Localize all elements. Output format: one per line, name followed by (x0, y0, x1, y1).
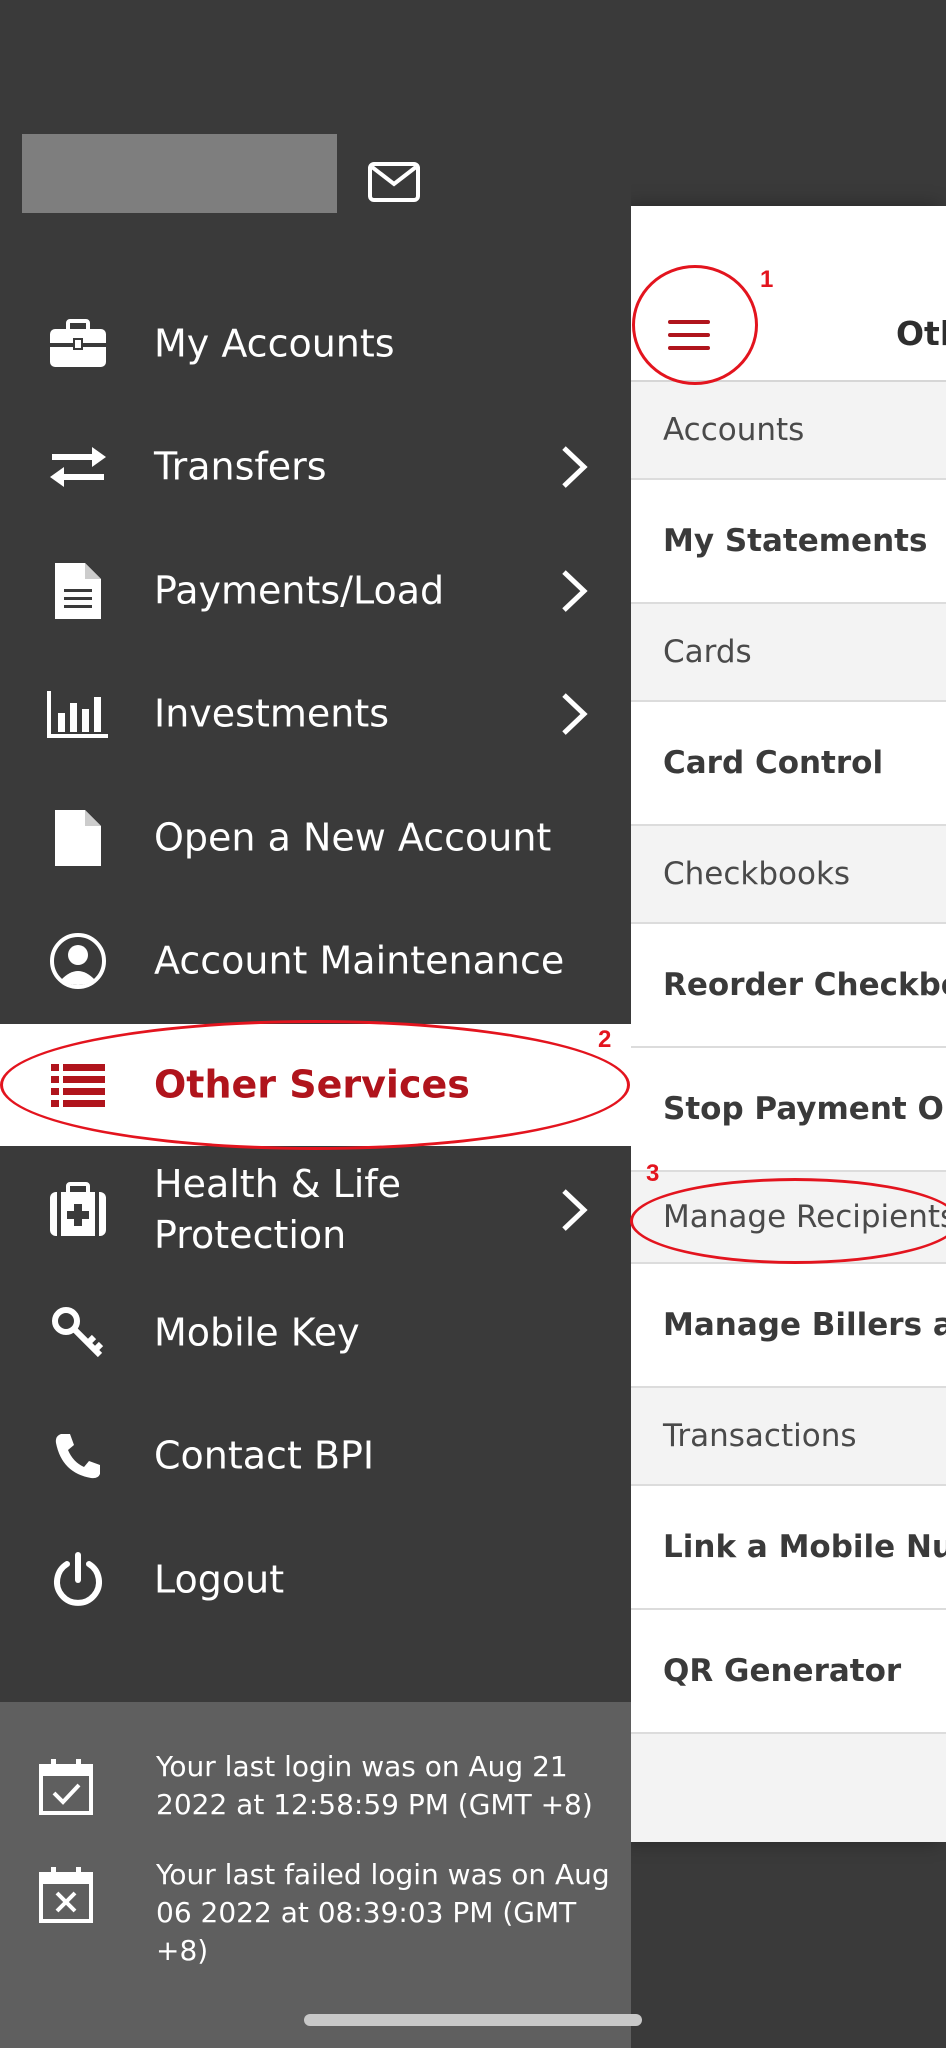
card-control-item[interactable]: Card Control (631, 702, 946, 826)
list-icon (44, 1055, 112, 1115)
menu-label: Mobile Key (154, 1310, 360, 1355)
section-manage-recipients: Manage Recipients (631, 1172, 946, 1264)
hamburger-menu-icon[interactable] (668, 320, 710, 354)
menu-label: Contact BPI (154, 1433, 375, 1478)
menu-item-open-new-account[interactable]: Open a New Account (0, 777, 631, 899)
manage-billers-item[interactable]: Manage Billers and (631, 1264, 946, 1388)
link-mobile-number-item[interactable]: Link a Mobile Numl (631, 1486, 946, 1610)
chevron-right-icon (562, 570, 588, 612)
section-accounts: Accounts (631, 382, 946, 480)
qr-generator-item[interactable]: QR Generator (631, 1610, 946, 1734)
document-icon (44, 561, 112, 621)
mail-icon[interactable] (368, 162, 420, 202)
stop-payment-order-item[interactable]: Stop Payment Orde (631, 1048, 946, 1172)
navigation-drawer: My Accounts Transfers Payments/Load Inve… (0, 0, 631, 2048)
menu-label: Payments/Load (154, 568, 445, 613)
annotation-number-1: 1 (760, 266, 774, 293)
annotation-number-2: 2 (598, 1026, 612, 1053)
login-info-footer: Your last login was on Aug 21 2022 at 12… (0, 1702, 631, 2048)
list-spacer (631, 1734, 946, 1834)
chevron-right-icon (562, 446, 588, 488)
section-checkbooks: Checkbooks (631, 826, 946, 924)
menu-item-my-accounts[interactable]: My Accounts (0, 283, 631, 405)
menu-item-mobile-key[interactable]: Mobile Key (0, 1272, 631, 1394)
menu-label: Logout (154, 1557, 285, 1602)
menu-item-account-maintenance[interactable]: Account Maintenance (0, 900, 631, 1022)
blank-page-icon (44, 808, 112, 868)
panel-header: Oth (631, 206, 946, 382)
annotation-number-3: 3 (646, 1160, 660, 1187)
calendar-check-icon (39, 1759, 93, 1815)
last-failed-login-text: Your last failed login was on Aug 06 202… (156, 1858, 610, 1967)
services-list: Accounts My Statements Cards Card Contro… (631, 382, 946, 1834)
chevron-right-icon (562, 693, 588, 735)
menu-item-other-services[interactable]: Other Services (0, 1024, 631, 1146)
profile-name-placeholder (22, 134, 337, 213)
menu-label: Investments (154, 691, 390, 736)
section-cards: Cards (631, 604, 946, 702)
power-icon (44, 1550, 112, 1610)
reorder-checkbook-item[interactable]: Reorder Checkbook (631, 924, 946, 1048)
phone-icon (44, 1426, 112, 1486)
menu-item-health-life-protection[interactable]: Health & Life Protection (0, 1144, 631, 1276)
home-indicator (304, 2014, 642, 2026)
other-services-panel: Oth Accounts My Statements Cards Card Co… (631, 206, 946, 1842)
chevron-right-icon (562, 1189, 588, 1231)
menu-label: Account Maintenance (154, 938, 565, 983)
menu-label: My Accounts (154, 321, 395, 366)
last-login-text: Your last login was on Aug 21 2022 at 12… (156, 1750, 593, 1821)
medical-kit-icon (44, 1180, 112, 1240)
menu-item-contact-bpi[interactable]: Contact BPI (0, 1395, 631, 1517)
calendar-x-icon (39, 1867, 93, 1923)
menu-item-investments[interactable]: Investments (0, 653, 631, 775)
menu-label: Transfers (154, 444, 327, 489)
menu-item-transfers[interactable]: Transfers (0, 406, 631, 528)
menu-item-payments-load[interactable]: Payments/Load (0, 530, 631, 652)
menu-item-logout[interactable]: Logout (0, 1519, 631, 1641)
menu-label: Open a New Account (154, 815, 552, 860)
user-circle-icon (44, 931, 112, 991)
menu-label: Other Services (154, 1062, 470, 1107)
page-title: Oth (896, 314, 946, 353)
menu-label: Health & Life Protection (154, 1162, 402, 1257)
bar-chart-icon (44, 684, 112, 744)
my-statements-item[interactable]: My Statements (631, 480, 946, 604)
transfer-arrows-icon (44, 437, 112, 497)
briefcase-icon (44, 314, 112, 374)
section-transactions: Transactions (631, 1388, 946, 1486)
key-icon (44, 1303, 112, 1363)
